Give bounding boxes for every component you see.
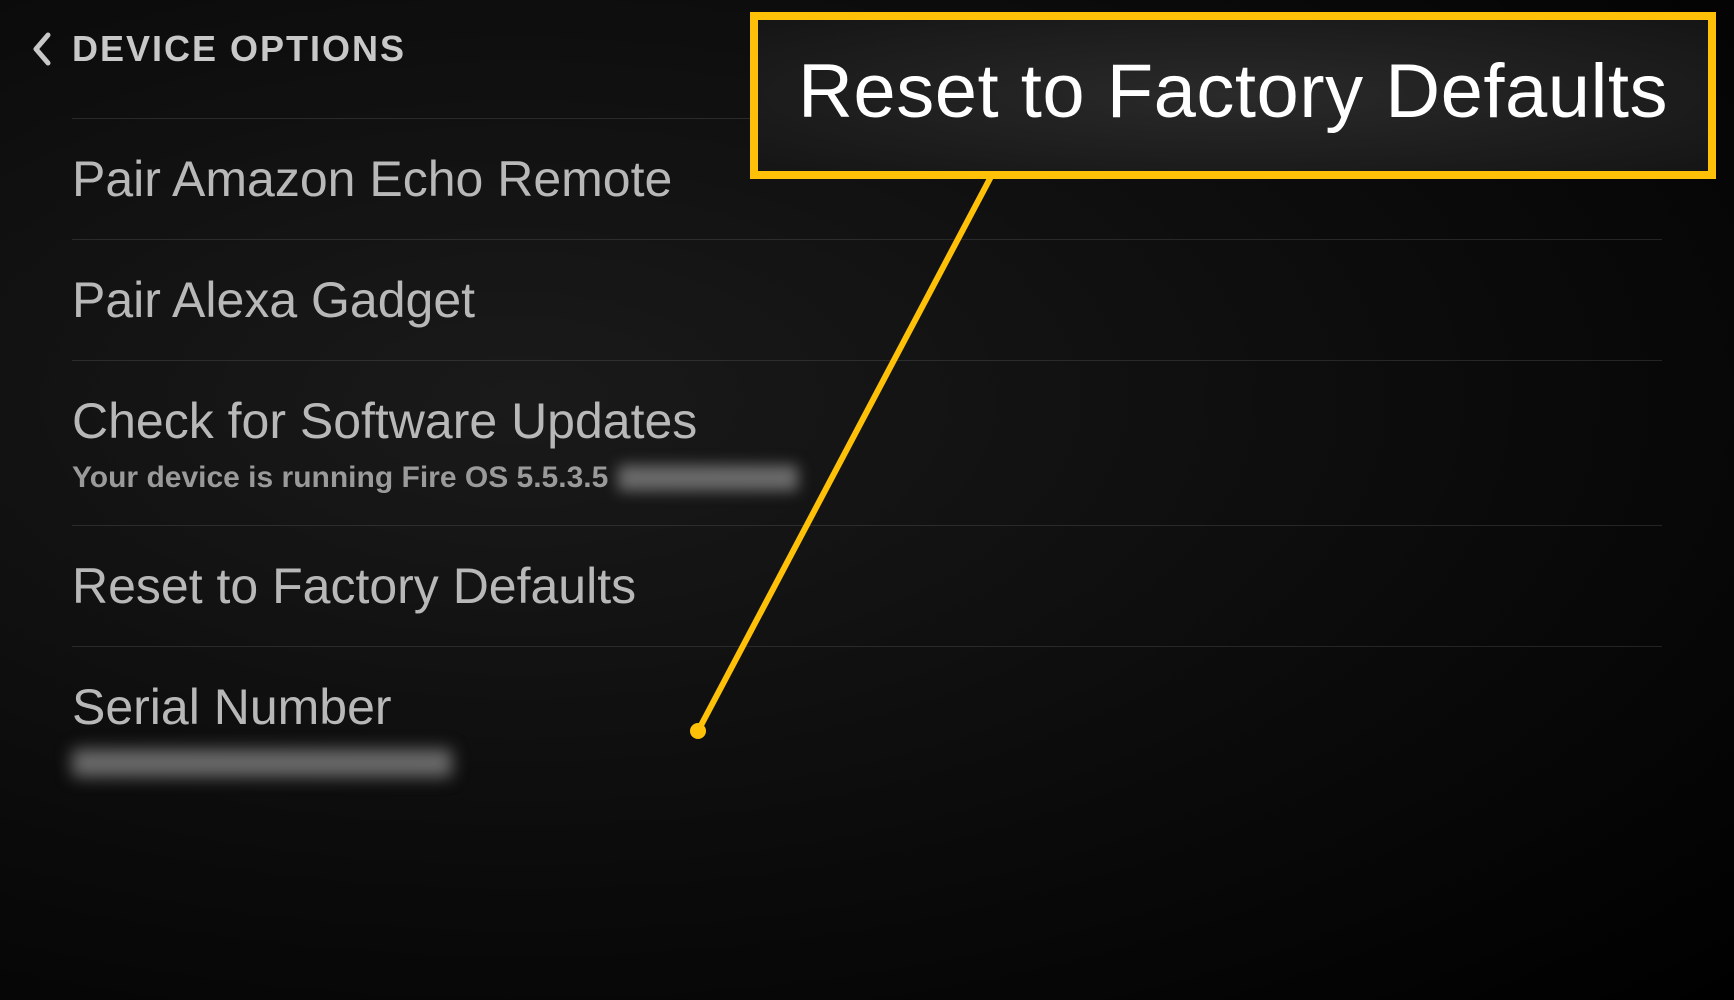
menu-item-label: Serial Number (72, 677, 1662, 737)
callout-dot-end (690, 723, 706, 739)
menu-item-label: Pair Alexa Gadget (72, 270, 1662, 330)
blurred-build-number (618, 465, 798, 491)
page-title: DEVICE OPTIONS (72, 28, 406, 70)
os-version-text: Your device is running Fire OS 5.5.3.5 (72, 461, 608, 495)
back-icon[interactable] (30, 31, 52, 67)
menu-item-subtitle: Your device is running Fire OS 5.5.3.5 (72, 461, 1662, 495)
menu-item-check-updates[interactable]: Check for Software Updates Your device i… (72, 361, 1662, 526)
menu-list: Pair Amazon Echo Remote Pair Alexa Gadge… (0, 118, 1734, 807)
blurred-serial-number (72, 749, 452, 777)
menu-item-reset-factory-defaults[interactable]: Reset to Factory Defaults (72, 526, 1662, 647)
callout-highlight-box: Reset to Factory Defaults (750, 12, 1716, 179)
menu-item-pair-alexa-gadget[interactable]: Pair Alexa Gadget (72, 240, 1662, 361)
menu-item-serial-number[interactable]: Serial Number (72, 647, 1662, 807)
menu-item-label: Reset to Factory Defaults (72, 556, 1662, 616)
menu-item-label: Check for Software Updates (72, 391, 1662, 451)
callout-text: Reset to Factory Defaults (798, 48, 1668, 135)
